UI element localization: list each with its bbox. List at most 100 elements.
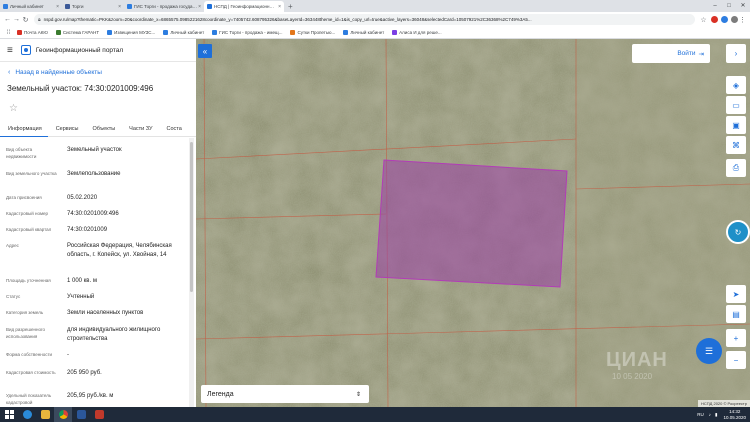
forward-icon[interactable]: → bbox=[12, 16, 21, 23]
print-icon[interactable]: ⎙ bbox=[726, 159, 746, 177]
geolocation-icon[interactable]: ➤ bbox=[726, 285, 746, 303]
lock-icon: 🔒︎ bbox=[38, 16, 41, 23]
zoom-in-icon[interactable]: + bbox=[726, 329, 746, 347]
bookmark-favicon-icon bbox=[392, 30, 398, 35]
bookmark-star-icon[interactable]: ☆ bbox=[699, 16, 708, 24]
close-icon[interactable]: × bbox=[278, 4, 281, 10]
bookmark-item[interactable]: Извещения МУЗС... bbox=[107, 30, 155, 35]
close-window-icon[interactable]: ✕ bbox=[736, 0, 750, 12]
minimize-icon[interactable]: – bbox=[708, 0, 722, 12]
browser-menu-icon[interactable]: ⋮ bbox=[738, 16, 747, 24]
tab-services[interactable]: Сервисы bbox=[48, 123, 85, 137]
bookmark-item[interactable]: Система ГАРАНТ bbox=[55, 30, 100, 35]
app-header: ≡ Геоинформационный портал bbox=[0, 39, 196, 62]
url-input[interactable]: 🔒︎ nspd.gov.ru/map?thematic=PKK&zoom=20&… bbox=[34, 14, 695, 25]
side-toggle-button[interactable]: › bbox=[726, 44, 746, 63]
favorite-star-icon[interactable]: ☆ bbox=[9, 103, 18, 114]
clock[interactable]: 14:32 10.05.2020 bbox=[723, 409, 746, 420]
taskbar-word-icon[interactable] bbox=[72, 407, 90, 422]
feedback-chat-icon[interactable]: ☰ bbox=[696, 338, 722, 364]
taskbar-ie-icon[interactable] bbox=[18, 407, 36, 422]
bookmark-label: Личный кабинет bbox=[170, 30, 205, 35]
bookmark-item[interactable]: Сутки Пропетью... bbox=[290, 30, 335, 35]
portal-logo-icon[interactable] bbox=[20, 45, 31, 55]
back-to-results-link[interactable]: ‹ Назад в найденные объекты bbox=[8, 69, 102, 76]
taskbar-app-icon[interactable] bbox=[90, 407, 108, 422]
browser-tab-active[interactable]: НСПД | Геоинформационный п... × bbox=[204, 1, 284, 12]
network-icon[interactable]: ▮ bbox=[715, 412, 717, 418]
tab-objects[interactable]: Объекты bbox=[84, 123, 121, 137]
minimap-icon[interactable]: ▤ bbox=[726, 305, 746, 323]
bookmark-label: Алиса И для реше... bbox=[399, 30, 442, 35]
property-label: Кадастровая стоимость bbox=[6, 370, 56, 375]
map-view[interactable]: « Войти ⇥ › ◈ ▭ ▣ ⌘ ⎙ ↻ ➤ ▤ + − ☰ ЦИАН 1… bbox=[196, 39, 750, 407]
browser-tab[interactable]: ГИС Торги - продажа государ... × bbox=[124, 1, 204, 12]
profile-avatar[interactable] bbox=[731, 16, 738, 23]
tab-parts[interactable]: Части ЗУ bbox=[121, 123, 158, 137]
bookmark-item[interactable]: Алиса И для реше... bbox=[392, 30, 442, 35]
property-label: Кадастровый квартал bbox=[6, 227, 52, 232]
layers-icon[interactable]: ◈ bbox=[726, 76, 746, 94]
tab-label: ГИС Торги - продажа государ... bbox=[134, 4, 198, 9]
windows-logo-icon bbox=[4, 410, 14, 419]
property-value: 205 950 руб. bbox=[67, 370, 102, 376]
page-title: Земельный участок: 74:30:0201009:496 bbox=[7, 84, 154, 93]
system-tray: RU ♪ ▮ 14:32 10.05.2020 bbox=[697, 407, 746, 422]
bookmark-item[interactable]: Почта АКЮ bbox=[17, 30, 48, 35]
tab-favicon-icon bbox=[207, 4, 212, 9]
bookmark-favicon-icon bbox=[107, 30, 113, 35]
new-tab-button[interactable]: + bbox=[284, 1, 297, 12]
tab-label: Личный кабинет bbox=[10, 4, 44, 9]
close-icon[interactable]: × bbox=[118, 4, 121, 10]
bookmark-label: Сутки Пропетью... bbox=[297, 30, 336, 35]
browser-tab[interactable]: Торги × bbox=[62, 1, 124, 12]
login-button[interactable]: Войти ⇥ bbox=[632, 44, 710, 63]
browser-tab[interactable]: Личный кабинет × bbox=[0, 1, 62, 12]
property-value: 05.02.2020 bbox=[67, 195, 98, 201]
bookmark-label: Система ГАРАНТ bbox=[62, 30, 100, 35]
expand-arrows-icon: ⇕ bbox=[355, 391, 361, 398]
property-value: 1 000 кв. м bbox=[67, 278, 97, 284]
property-label: Форма собственности bbox=[6, 352, 53, 357]
taskbar-chrome-icon[interactable] bbox=[54, 407, 72, 422]
bookmark-item[interactable]: Личный кабинет bbox=[343, 30, 384, 35]
back-icon[interactable]: ← bbox=[3, 16, 12, 23]
extension-icon[interactable] bbox=[711, 16, 718, 23]
zoom-out-icon[interactable]: − bbox=[726, 351, 746, 369]
tab-favicon-icon bbox=[3, 4, 8, 9]
language-indicator[interactable]: RU bbox=[697, 412, 704, 417]
login-label: Войти bbox=[677, 50, 696, 57]
measure-icon[interactable]: ▣ bbox=[726, 116, 746, 134]
volume-icon[interactable]: ♪ bbox=[709, 412, 711, 417]
legend-selector[interactable]: Легенда ⇕ bbox=[201, 385, 369, 403]
bookmark-item[interactable]: ГИС Торги - продажа - имещ... bbox=[212, 30, 282, 35]
portal-title[interactable]: Геоинформационный портал bbox=[36, 47, 123, 54]
property-value: 74:30:0201009 bbox=[67, 227, 108, 233]
collapse-panel-button[interactable]: « bbox=[198, 44, 212, 58]
close-icon[interactable]: × bbox=[198, 4, 201, 10]
bookmark-item[interactable]: Личный кабинет bbox=[163, 30, 204, 35]
bookmark-label: Личный кабинет bbox=[350, 30, 385, 35]
share-icon[interactable]: ⌘ bbox=[726, 136, 746, 154]
property-label: Площадь уточненная bbox=[6, 278, 51, 283]
taskbar-explorer-icon[interactable] bbox=[36, 407, 54, 422]
clock-date: 10.05.2020 bbox=[723, 414, 746, 420]
hamburger-menu-icon[interactable]: ≡ bbox=[7, 45, 13, 56]
selected-parcel-polygon[interactable] bbox=[375, 159, 568, 288]
assistant-chat-icon[interactable]: ↻ bbox=[726, 220, 750, 244]
close-icon[interactable]: × bbox=[56, 4, 59, 10]
maximize-icon[interactable]: □ bbox=[722, 0, 736, 12]
property-label: Адрес bbox=[6, 243, 19, 248]
panel-scrollbar-thumb[interactable] bbox=[190, 142, 193, 292]
tab-information[interactable]: Информация bbox=[0, 123, 48, 137]
extension-icon[interactable] bbox=[721, 16, 728, 23]
basemap-icon[interactable]: ▭ bbox=[726, 96, 746, 114]
reload-icon[interactable]: ↻ bbox=[21, 16, 30, 24]
bookmark-label: ГИС Торги - продажа - имещ... bbox=[219, 30, 283, 35]
tab-composition[interactable]: Соста bbox=[159, 123, 188, 137]
apps-icon[interactable]: ⁞⁞ bbox=[4, 30, 13, 36]
start-button[interactable] bbox=[0, 407, 18, 422]
browser-tab-strip: Личный кабинет × Торги × ГИС Торги - про… bbox=[0, 0, 750, 12]
watermark-text: ЦИАН bbox=[606, 349, 668, 371]
bookmark-favicon-icon bbox=[290, 30, 296, 35]
